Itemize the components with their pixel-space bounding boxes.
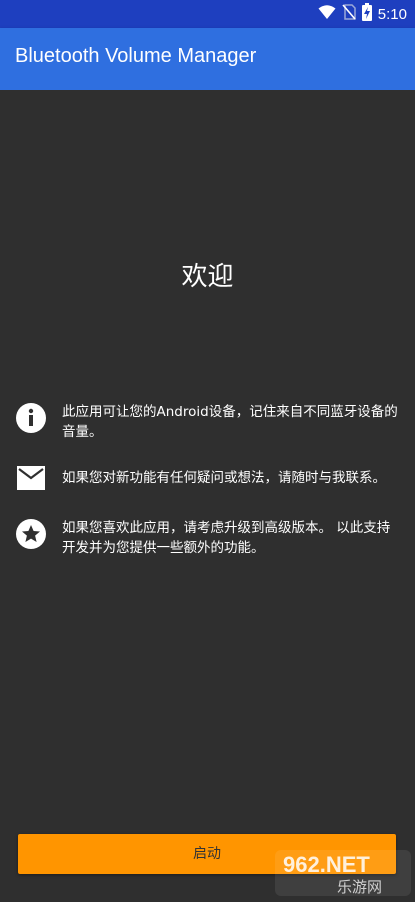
info-row: 此应用可让您的Android设备，记住来自不同蓝牙设备的音量。 (15, 402, 400, 442)
wifi-icon (318, 4, 336, 24)
info-icon (15, 402, 47, 434)
app-bar: Bluetooth Volume Manager (0, 28, 415, 90)
status-icons: 5:10 (318, 3, 407, 25)
start-button[interactable]: 启动 (18, 834, 396, 874)
mail-icon (15, 462, 47, 494)
status-bar: 5:10 (0, 0, 415, 28)
info-text: 此应用可让您的Android设备，记住来自不同蓝牙设备的音量。 (62, 404, 398, 440)
upgrade-text: 如果您喜欢此应用，请考虑升级到高级版本。 以此支持开发并为您提供一些额外的功能。 (62, 520, 391, 556)
star-icon (15, 518, 47, 550)
main-content (0, 90, 415, 900)
contact-row: 如果您对新功能有任何疑问或想法，请随时与我联系。 (15, 462, 400, 494)
status-time: 5:10 (377, 5, 407, 23)
upgrade-row: 如果您喜欢此应用，请考虑升级到高级版本。 以此支持开发并为您提供一些额外的功能。 (15, 518, 400, 558)
no-sim-icon (342, 4, 356, 24)
welcome-heading: 欢迎 (181, 262, 234, 292)
app-title: Bluetooth Volume Manager (15, 45, 257, 67)
battery-charging-icon (361, 3, 372, 25)
contact-text: 如果您对新功能有任何疑问或想法，请随时与我联系。 (62, 470, 386, 486)
